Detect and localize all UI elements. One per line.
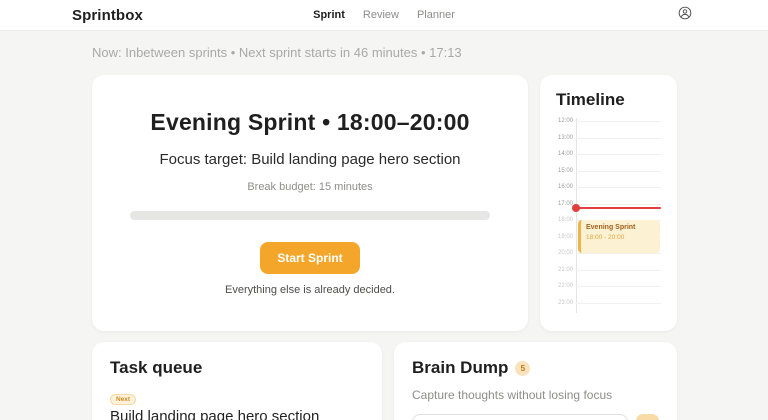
task-label: Build landing page hero section <box>110 408 364 420</box>
timeline-title: Timeline <box>556 90 661 110</box>
timeline-gridline <box>576 154 661 155</box>
timeline-now-line <box>576 207 661 209</box>
user-circle-icon <box>678 6 692 25</box>
now-status-text: Now: Inbetween sprints • Next sprint sta… <box>92 45 676 60</box>
nav-item-sprint[interactable]: Sprint <box>313 9 345 21</box>
timeline-gridline <box>576 303 661 304</box>
timeline-hour-label: 23:00 <box>556 300 573 306</box>
timeline-hour-label: 19:00 <box>556 234 573 240</box>
timeline-hour-label: 15:00 <box>556 168 573 174</box>
timeline-gridline <box>576 204 661 205</box>
timeline-event-evening-sprint[interactable]: Evening Sprint 18:00 - 20:00 <box>578 220 660 253</box>
timeline-gridline <box>576 270 661 271</box>
timeline-gridline <box>576 286 661 287</box>
timeline-now-dot <box>572 204 580 212</box>
sprint-footnote: Everything else is already decided. <box>130 284 490 296</box>
timeline-hour-label: 20:00 <box>556 250 573 256</box>
timeline-hour-label: 21:00 <box>556 267 573 273</box>
timeline-hour-label: 16:00 <box>556 184 573 190</box>
brain-dump-count-badge: 5 <box>515 361 530 376</box>
next-badge: Next <box>110 394 136 405</box>
task-queue-item[interactable]: Next Build landing page hero section <box>110 388 364 420</box>
start-sprint-button[interactable]: Start Sprint <box>260 242 359 274</box>
timeline-gridline <box>576 253 661 254</box>
nav-item-review[interactable]: Review <box>363 9 399 21</box>
break-budget-text: Break budget: 15 minutes <box>130 181 490 193</box>
timeline-hour-label: 18:00 <box>556 217 573 223</box>
timeline-gridline <box>576 138 661 139</box>
brain-dump-input-row: + <box>412 414 659 420</box>
brain-dump-card: Brain Dump 5 Capture thoughts without lo… <box>394 342 677 420</box>
timeline-grid: Evening Sprint 18:00 - 20:00 12:00 13:00 1… <box>556 121 661 313</box>
timeline-hour-label: 17:00 <box>556 201 573 207</box>
task-queue-title: Task queue <box>110 358 364 378</box>
timeline-gridline <box>576 187 661 188</box>
timeline-gridline <box>576 171 661 172</box>
timeline-hour-label: 13:00 <box>556 135 573 141</box>
account-button[interactable] <box>678 6 692 25</box>
quick-thought-input[interactable] <box>412 414 628 420</box>
timeline-hour-label: 12:00 <box>556 118 573 124</box>
header: Sprintbox Sprint Review Planner <box>0 0 768 31</box>
main-nav: Sprint Review Planner <box>313 0 455 30</box>
nav-item-planner[interactable]: Planner <box>417 9 455 21</box>
brain-dump-header: Brain Dump 5 <box>412 358 659 378</box>
timeline-hour-label: 22:00 <box>556 283 573 289</box>
add-thought-button[interactable]: + <box>636 414 659 420</box>
timeline-event-time: 18:00 - 20:00 <box>586 234 655 241</box>
focus-target-text: Focus target: Build landing page hero se… <box>130 151 490 168</box>
sprint-progress-bar <box>130 211 490 220</box>
timeline-hour-label: 14:00 <box>556 151 573 157</box>
timeline-card: Timeline Evening Sprint 18:00 - 20:00 12… <box>540 75 677 331</box>
sprint-card: Evening Sprint • 18:00–20:00 Focus targe… <box>92 75 528 331</box>
timeline-gridline <box>576 121 661 122</box>
task-queue-card: Task queue Next Build landing page hero … <box>92 342 382 420</box>
timeline-axis <box>576 118 577 313</box>
brain-dump-subtitle: Capture thoughts without losing focus <box>412 388 659 402</box>
brain-dump-title: Brain Dump <box>412 358 508 378</box>
sprint-title: Evening Sprint • 18:00–20:00 <box>130 109 490 136</box>
timeline-event-title: Evening Sprint <box>586 224 655 231</box>
brand-logo[interactable]: Sprintbox <box>72 7 143 24</box>
